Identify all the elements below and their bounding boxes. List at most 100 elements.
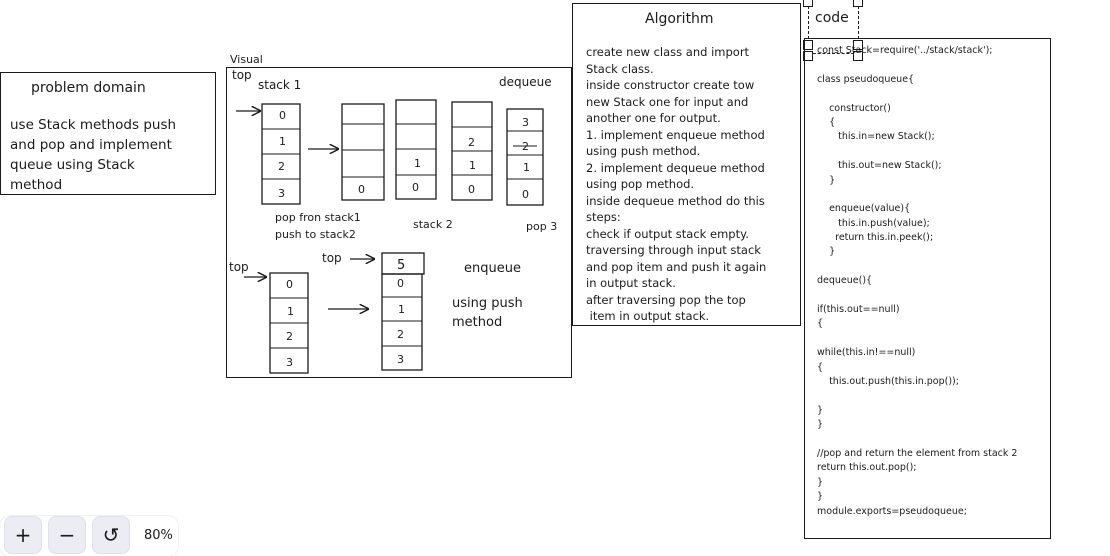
zoom-controls: + − ↺ 80% bbox=[4, 516, 173, 554]
stack-c: 1 0 bbox=[395, 99, 437, 200]
stack-d-cell-2: 2 bbox=[468, 136, 475, 149]
stack-d: 2 1 0 bbox=[451, 101, 493, 201]
code-line: const Stack=require('../stack/stack'); bbox=[817, 45, 993, 56]
code-line: } bbox=[817, 174, 836, 186]
bottom-top-arrow-label: top bbox=[322, 251, 342, 265]
stack-e-cell-3: 1 bbox=[523, 161, 530, 174]
top-label: top bbox=[232, 68, 252, 82]
code-line: enqueue(value){ bbox=[817, 203, 911, 215]
caption-stack2: stack 2 bbox=[413, 218, 453, 231]
stack-d-cell-3: 1 bbox=[469, 159, 476, 172]
code-line: } bbox=[817, 419, 824, 431]
selection-handle[interactable] bbox=[853, 0, 863, 7]
code-line: return this.out.pop(); bbox=[817, 462, 917, 474]
stack-e-cell-1: 3 bbox=[522, 116, 529, 129]
problem-domain-line-2: and pop and implement bbox=[10, 137, 172, 153]
code-line: } bbox=[817, 404, 824, 416]
zoom-out-button[interactable]: − bbox=[48, 516, 86, 554]
caption-push: push to stack2 bbox=[275, 228, 356, 241]
stack1-label: stack 1 bbox=[258, 78, 301, 92]
reset-zoom-button[interactable]: ↺ bbox=[92, 516, 130, 554]
code-line: { bbox=[817, 361, 824, 373]
code-line: this.out.push(this.in.pop()); bbox=[817, 375, 959, 387]
bottom-top-label: top bbox=[229, 260, 249, 274]
algorithm-line: using pop method. bbox=[586, 177, 695, 191]
selection-handle[interactable] bbox=[803, 0, 813, 7]
stack-c-cell-3: 1 bbox=[414, 157, 421, 170]
visual-diagram: top stack 1 dequeue 0 1 2 3 0 1 0 2 1 0 … bbox=[229, 68, 557, 374]
algorithm-line: steps: bbox=[586, 210, 621, 224]
problem-domain-line-1: use Stack methods push bbox=[10, 117, 177, 133]
problem-domain-line-4: method bbox=[10, 177, 63, 193]
bottom-left-stack: 0 1 2 3 bbox=[269, 272, 309, 374]
caption-pop: pop fron stack1 bbox=[275, 211, 361, 224]
stack1-cell-4: 3 bbox=[278, 187, 285, 200]
algorithm-line: in output stack. bbox=[586, 276, 676, 290]
stack-b-cell-4: 0 bbox=[358, 183, 365, 196]
using-push-line-1: using push bbox=[452, 296, 523, 311]
algorithm-line: and pop item and push it again bbox=[586, 259, 767, 274]
bottom-right-stack: 5 0 1 2 3 bbox=[381, 252, 425, 371]
bottom-left-cell-4: 3 bbox=[286, 356, 293, 369]
algorithm-line: another one for output. bbox=[586, 111, 721, 125]
problem-domain-line-3: queue using Stack bbox=[10, 157, 135, 173]
using-push-line-2: method bbox=[452, 315, 502, 330]
stack-b: 0 bbox=[341, 103, 385, 201]
algorithm-steps: create new class and import Stack class. i… bbox=[586, 44, 798, 325]
bottom-left-cell-3: 2 bbox=[286, 330, 293, 343]
code-line: { bbox=[817, 116, 836, 128]
algorithm-line: new Stack one for input and bbox=[586, 94, 749, 109]
algorithm-line: inside dequeue method do this bbox=[586, 193, 765, 208]
code-line: return this.in.peek(); bbox=[817, 232, 934, 244]
algorithm-line: traversing through input stack bbox=[586, 243, 761, 257]
bottom-right-cell-1: 0 bbox=[397, 277, 404, 290]
code-line: } bbox=[817, 491, 824, 503]
code-line: this.out=new Stack(); bbox=[817, 160, 942, 172]
algorithm-line: Stack class. bbox=[586, 61, 654, 76]
zoom-in-button[interactable]: + bbox=[4, 516, 42, 554]
code-lines: const Stack=require('../stack/stack'); cl… bbox=[817, 44, 1077, 519]
stack1-cell-3: 2 bbox=[278, 160, 285, 173]
bottom-left-cell-1: 0 bbox=[286, 278, 293, 291]
code-line: constructor() bbox=[817, 102, 891, 114]
bottom-right-top-value: 5 bbox=[397, 258, 405, 273]
algorithm-line: 2. implement dequeue method bbox=[586, 160, 765, 175]
stack-e-cell-4: 0 bbox=[522, 188, 529, 201]
code-line: module.exports=pseudoqueue; bbox=[817, 505, 967, 517]
algorithm-line: check if output stack empty. bbox=[586, 226, 749, 241]
code-line: } bbox=[817, 246, 836, 258]
bottom-right-cell-2: 1 bbox=[398, 303, 405, 316]
code-line: //pop and return the element from stack … bbox=[817, 447, 1018, 459]
algorithm-line: item in output stack. bbox=[586, 309, 710, 323]
code-line: class pseudoqueue{ bbox=[817, 73, 915, 85]
algorithm-line: inside constructor create tow bbox=[586, 78, 755, 92]
problem-domain-title: problem domain bbox=[31, 80, 146, 96]
stack-e: 3 2 1 0 bbox=[506, 108, 544, 206]
stack1-cell-2: 1 bbox=[279, 135, 286, 148]
bottom-right-cell-3: 2 bbox=[397, 328, 404, 341]
code-line: } bbox=[817, 476, 824, 488]
stack1: 0 1 2 3 bbox=[261, 103, 301, 205]
enqueue-label: enqueue bbox=[464, 261, 521, 276]
algorithm-title: Algorithm bbox=[645, 11, 714, 27]
code-line: this.in.push(value); bbox=[817, 217, 930, 229]
code-line: { bbox=[817, 318, 824, 330]
stack-d-cell-4: 0 bbox=[468, 183, 475, 196]
algorithm-line: using push method. bbox=[586, 144, 701, 158]
code-line: while(this.in!==null) bbox=[817, 347, 916, 359]
dequeue-label: dequeue bbox=[499, 75, 552, 89]
stack-c-cell-4: 0 bbox=[412, 181, 419, 194]
code-line: if(this.out==null) bbox=[817, 304, 900, 316]
zoom-level: 80% bbox=[144, 527, 173, 543]
stack1-cell-1: 0 bbox=[279, 109, 286, 122]
caption-pop3: pop 3 bbox=[526, 220, 557, 233]
code-line: dequeue(){ bbox=[817, 275, 873, 287]
bottom-right-cell-4: 3 bbox=[397, 353, 404, 366]
